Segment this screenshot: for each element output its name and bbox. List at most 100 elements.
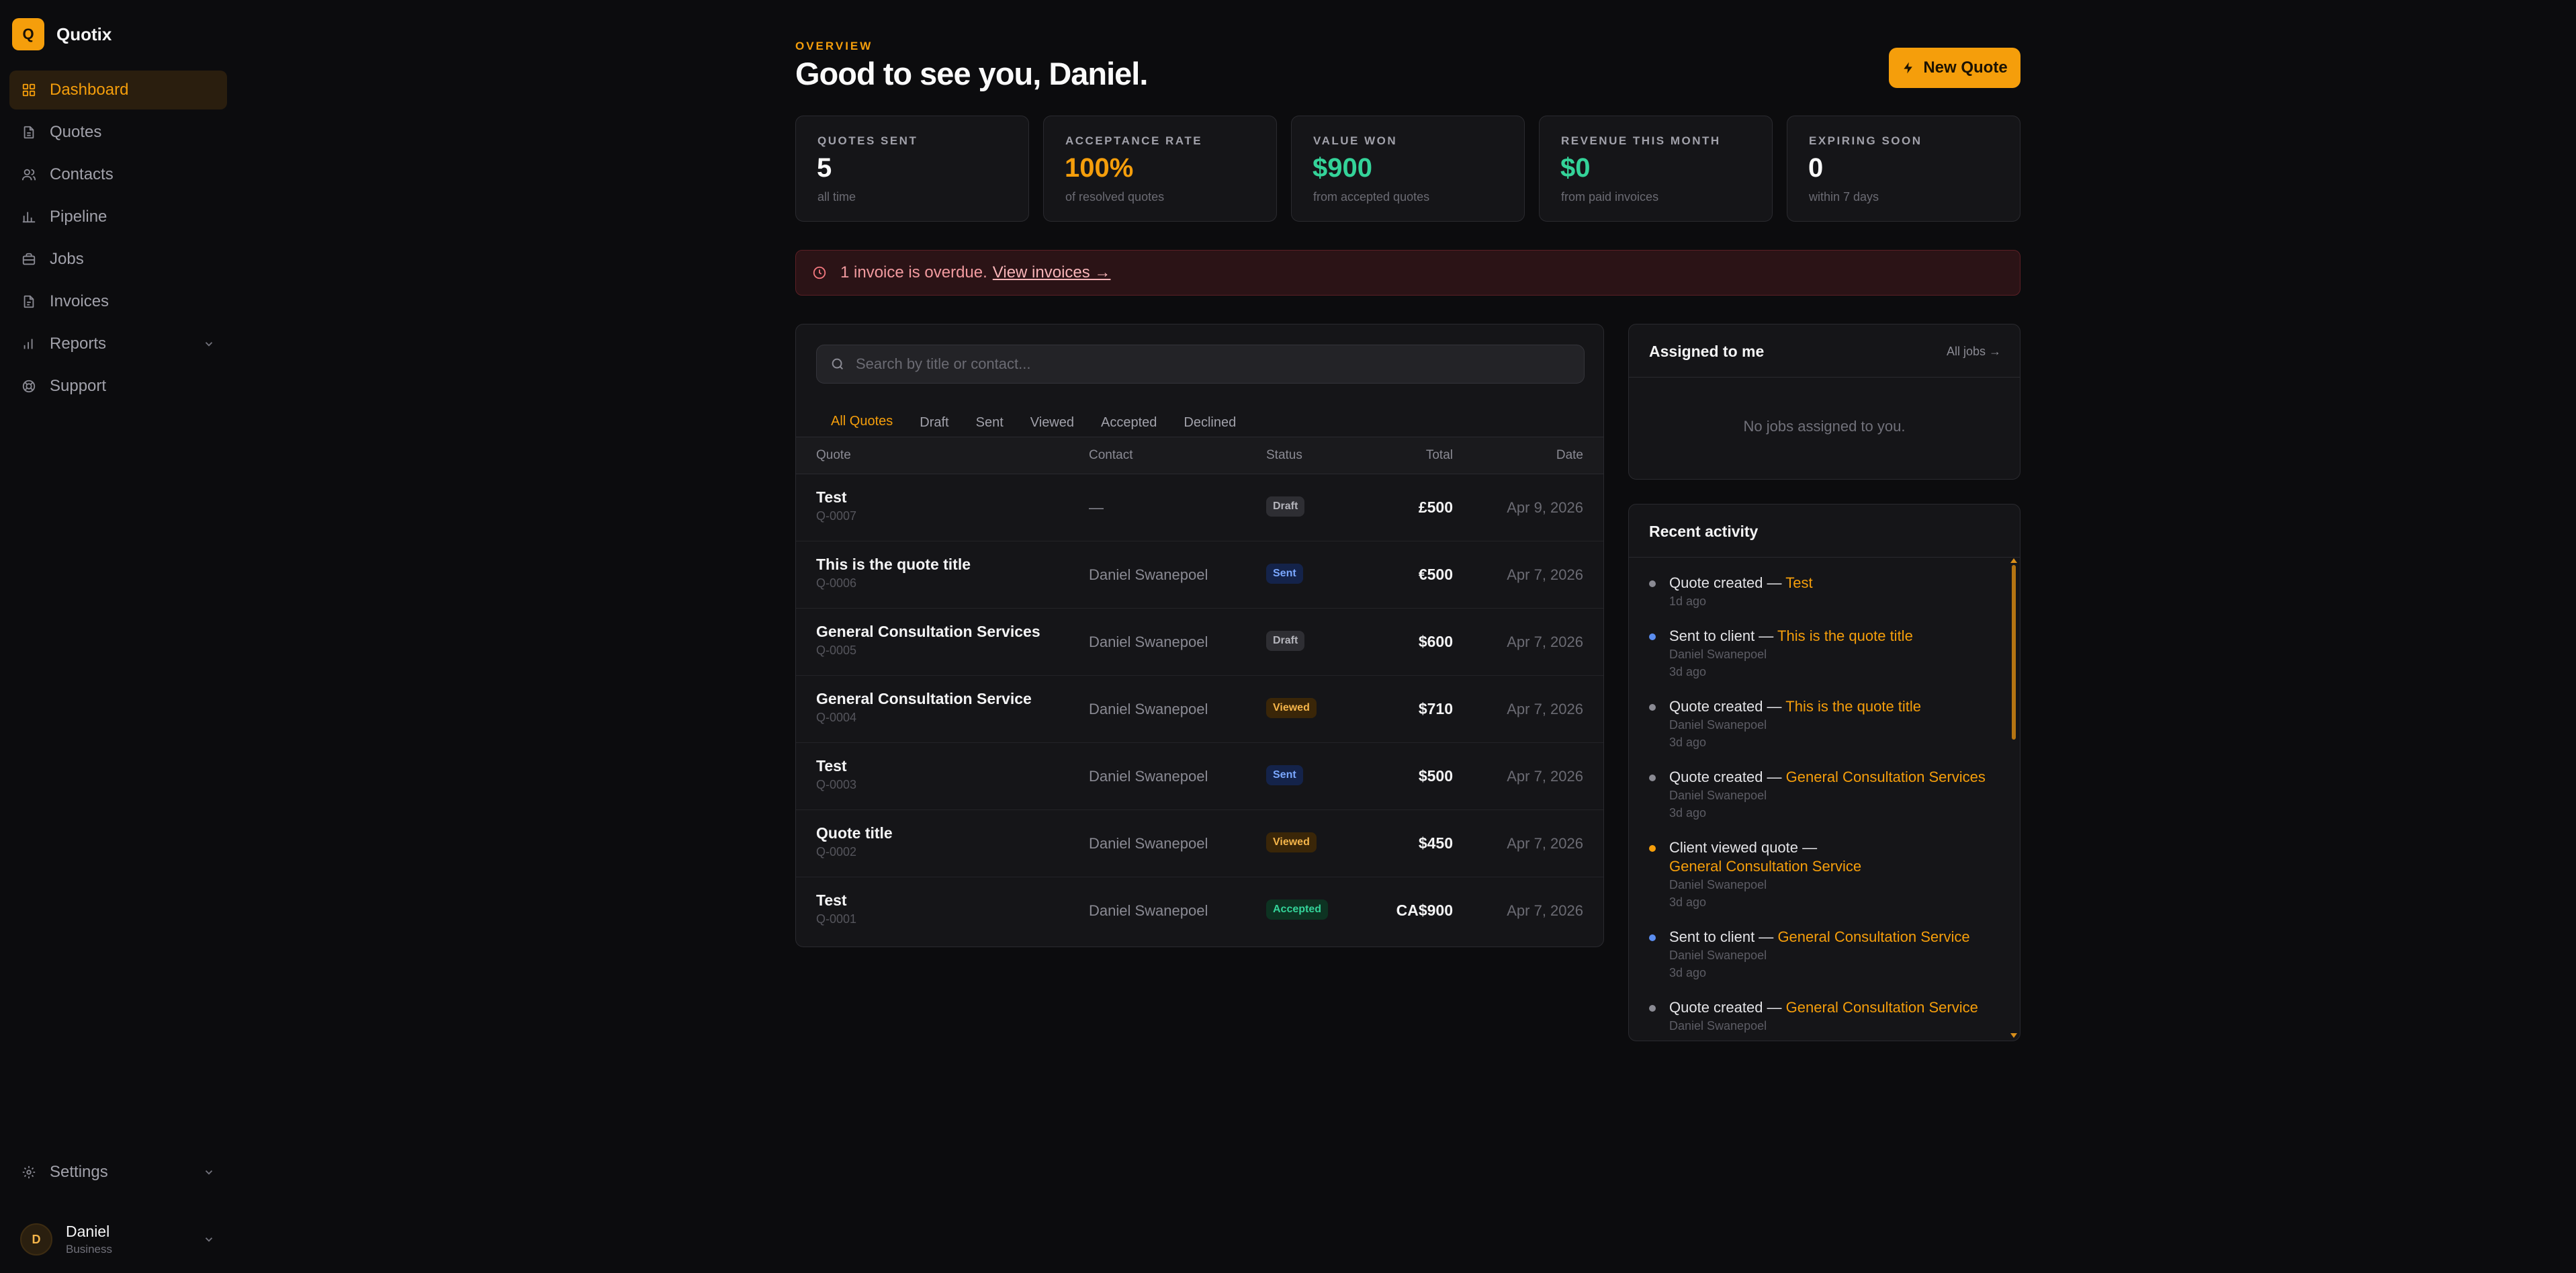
chevron-down-icon[interactable] [203, 338, 215, 350]
sidebar-item-contacts[interactable]: Contacts [9, 155, 227, 194]
sidebar-item-jobs[interactable]: Jobs [9, 240, 227, 279]
activity-dot [1649, 775, 1656, 781]
new-quote-button[interactable]: New Quote [1889, 48, 2020, 88]
status-cell: Viewed [1266, 832, 1317, 852]
activity-dot [1649, 704, 1656, 711]
quote-total: $710 [1418, 700, 1453, 717]
sidebar-item-pipeline[interactable]: Pipeline [9, 197, 227, 236]
sidebar-item-quotes[interactable]: Quotes [9, 113, 227, 152]
table-header: Quote Contact Status Total Date [796, 437, 1603, 474]
activity-time: 3d ago [1669, 966, 1707, 979]
activity-time: 3d ago [1669, 806, 1707, 820]
brand[interactable]: Q Quotix [12, 18, 112, 50]
tab-all-quotes[interactable]: All Quotes [816, 406, 907, 439]
table-row[interactable]: Test Q-0003 Daniel Swanepoel Sent $500 A… [796, 743, 1603, 810]
stat-sub: within 7 days [1809, 190, 1879, 204]
quote-contact: Daniel Swanepoel [1089, 566, 1208, 583]
user-name: Daniel [66, 1223, 110, 1240]
chart-icon [24, 339, 33, 349]
activity-target-link[interactable]: This is the quote title [1785, 698, 1921, 715]
activity-action: Quote created — [1669, 574, 1782, 591]
activity-item: Quote created — General Consultation Ser… [1629, 998, 2005, 1035]
activity-target-link[interactable]: General Consultation Services [1786, 769, 1986, 785]
activity-target-link[interactable]: General Consultation Service [1777, 928, 1969, 945]
sidebar-item-reports[interactable]: Reports [9, 324, 227, 363]
table-row[interactable]: Test Q-0007 — Draft £500 Apr 9, 2026 [796, 474, 1603, 541]
tab-declined[interactable]: Declined [1170, 406, 1249, 439]
quote-title: General Consultation Service [816, 690, 1032, 707]
clock-icon [813, 266, 826, 279]
table-row[interactable]: General Consultation Services Q-0005 Dan… [796, 609, 1603, 676]
activity-dot [1649, 1005, 1656, 1012]
users-icon [21, 169, 36, 181]
view-invoices-link[interactable]: View invoices → [993, 263, 1111, 282]
sidebar-item-label: Contacts [50, 165, 114, 183]
status-badge: Accepted [1266, 899, 1329, 920]
activity-scrollbar[interactable] [2012, 565, 2016, 740]
status-cell: Draft [1266, 631, 1305, 651]
chevron-down-icon[interactable] [203, 1233, 215, 1245]
stat-label: EXPIRING SOON [1809, 134, 1922, 147]
stat-sub: from accepted quotes [1313, 190, 1430, 204]
activity-target-link[interactable]: General Consultation Service [1786, 999, 1978, 1016]
table-row[interactable]: General Consultation Service Q-0004 Dani… [796, 676, 1603, 743]
activity-line: Sent to client — General Consultation Se… [1669, 928, 1998, 947]
receipt-icon [24, 295, 34, 308]
quote-number: Q-0001 [816, 912, 857, 926]
status-cell: Draft [1266, 496, 1305, 517]
activity-item: Quote created — Test 1d ago [1629, 574, 2005, 610]
all-jobs-link[interactable]: All jobs → [1947, 345, 2001, 359]
activity-target-link[interactable]: General Consultation Service [1669, 858, 1861, 875]
assigned-panel: Assigned to me All jobs → No jobs assign… [1628, 324, 2020, 480]
table-row[interactable]: Test Q-0001 Daniel Swanepoel Accepted CA… [796, 877, 1603, 944]
gear-icon [22, 1166, 36, 1179]
column-header-total: Total [1425, 448, 1453, 462]
stat-sub: all time [817, 190, 856, 204]
alert-text: 1 invoice is overdue. [840, 263, 987, 281]
tab-viewed[interactable]: Viewed [1017, 406, 1087, 439]
chevron-down-icon[interactable] [203, 1166, 215, 1178]
quote-date: Apr 7, 2026 [1507, 701, 1583, 717]
quote-number: Q-0005 [816, 644, 857, 657]
quote-total: $600 [1418, 633, 1453, 650]
activity-line: Quote created — General Consultation Ser… [1669, 768, 1998, 787]
table-row[interactable]: Quote title Q-0002 Daniel Swanepoel View… [796, 810, 1603, 877]
activity-by: Daniel Swanepoel [1669, 949, 1767, 962]
sidebar-item-settings[interactable]: Settings [9, 1153, 227, 1192]
status-cell: Sent [1266, 564, 1303, 584]
stat-card-acceptance-rate: ACCEPTANCE RATE 100% of resolved quotes [1043, 116, 1277, 222]
stat-card-quotes-sent: QUOTES SENT 5 all time [795, 116, 1029, 222]
quote-contact: Daniel Swanepoel [1089, 701, 1208, 717]
activity-by: Daniel Swanepoel [1669, 648, 1767, 661]
search-box[interactable] [816, 345, 1585, 384]
activity-target-link[interactable]: Test [1785, 574, 1812, 591]
stat-value: 0 [1808, 153, 1824, 183]
search-input[interactable] [854, 355, 1529, 374]
stat-label: REVENUE THIS MONTH [1561, 134, 1721, 147]
quote-total: $500 [1418, 767, 1453, 785]
panel-title: Recent activity [1649, 523, 1759, 540]
tab-accepted[interactable]: Accepted [1087, 406, 1170, 439]
avatar: D [20, 1223, 52, 1256]
quote-contact: Daniel Swanepoel [1089, 902, 1208, 919]
scroll-down-arrow[interactable] [2010, 1033, 2017, 1038]
quote-date: Apr 7, 2026 [1507, 835, 1583, 852]
user-menu[interactable]: D Daniel Business [9, 1219, 227, 1260]
status-cell: Sent [1266, 765, 1303, 785]
quote-number: Q-0002 [816, 845, 857, 859]
activity-item: Quote created — General Consultation Ser… [1629, 768, 2005, 822]
sidebar-item-invoices[interactable]: Invoices [9, 282, 227, 321]
tab-draft[interactable]: Draft [906, 406, 962, 439]
sidebar-item-support[interactable]: Support [9, 367, 227, 406]
activity-action: Quote created — [1669, 769, 1782, 785]
tab-sent[interactable]: Sent [963, 406, 1017, 439]
activity-list[interactable]: Quote created — Test 1d ago Sent to clie… [1629, 558, 2005, 1040]
scroll-up-arrow[interactable] [2010, 558, 2017, 563]
stats-row: QUOTES SENT 5 all time ACCEPTANCE RATE 1… [795, 116, 2020, 222]
activity-action: Sent to client — [1669, 627, 1774, 644]
activity-target-link[interactable]: This is the quote title [1777, 627, 1913, 644]
quote-contact: Daniel Swanepoel [1089, 835, 1208, 852]
table-row[interactable]: This is the quote title Q-0006 Daniel Sw… [796, 541, 1603, 609]
overdue-alert: 1 invoice is overdue. View invoices → [795, 250, 2020, 296]
sidebar-item-dashboard[interactable]: Dashboard [9, 71, 227, 109]
